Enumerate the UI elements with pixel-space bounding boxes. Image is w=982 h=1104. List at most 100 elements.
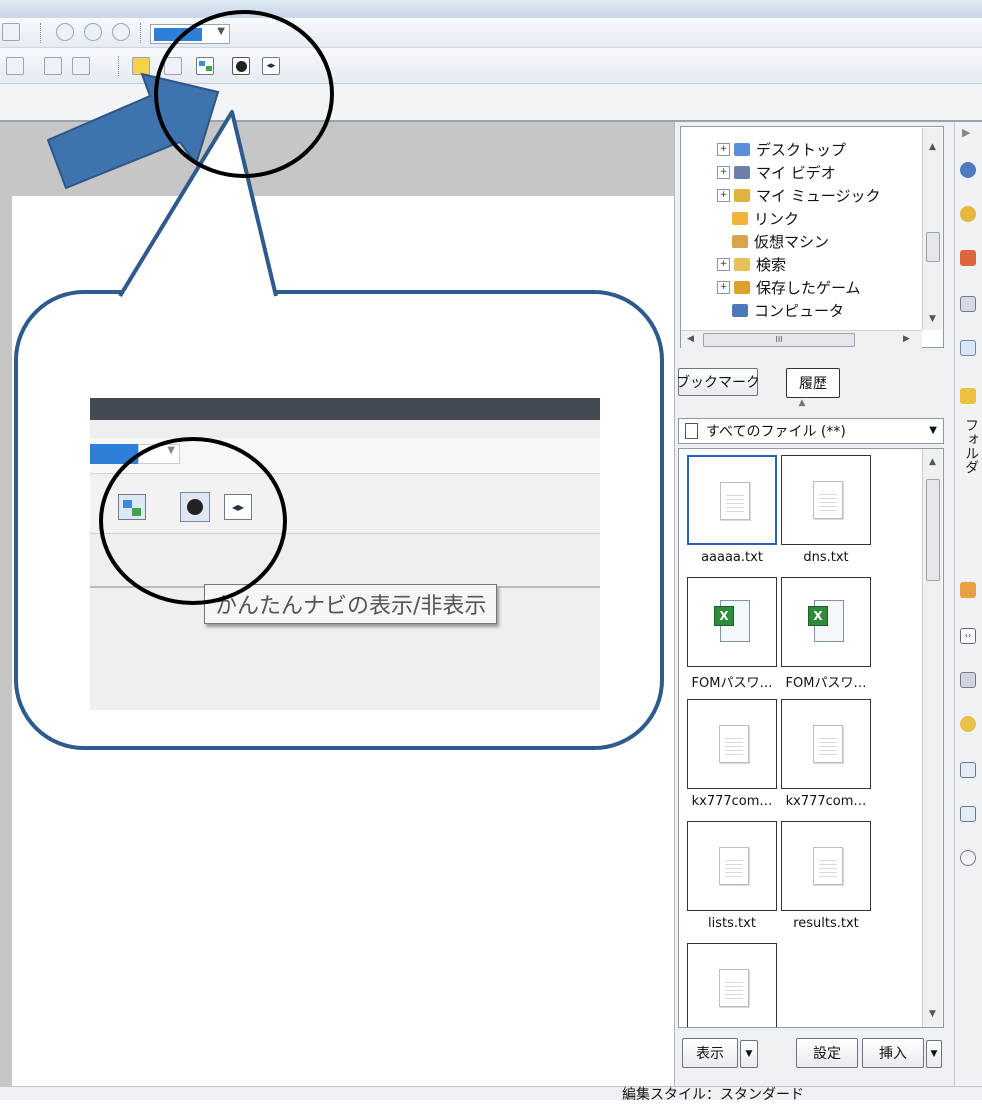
tree-item-label: マイ ミュージック (756, 186, 881, 205)
file-item[interactable]: lists.txt (687, 821, 777, 939)
file-thumbnail[interactable] (687, 455, 777, 545)
file-scroll-thumb[interactable] (926, 479, 940, 581)
chevron-down-icon: ▼ (138, 444, 180, 464)
document-icon (685, 423, 698, 439)
file-name: kx777com… (785, 794, 867, 809)
scroll-down-icon[interactable]: ▼ (929, 314, 936, 324)
tree-item[interactable]: + マイ ミュージック (717, 183, 880, 207)
page-icon[interactable] (44, 57, 62, 75)
tree-item[interactable]: + デスクトップ (717, 137, 846, 161)
scroll-right-icon[interactable]: ▶ (903, 334, 910, 344)
tree-item[interactable]: + 検索 (717, 252, 786, 276)
zoom-in-icon[interactable] (56, 23, 74, 41)
tree-item-label: 検索 (756, 255, 787, 274)
zoom-out-icon[interactable] (84, 23, 102, 41)
view-icon[interactable] (6, 57, 24, 75)
tree-hscroll-thumb[interactable]: III (703, 333, 855, 347)
file-grid: aaaaa.txt dns.txt X FOMパスワ… X FOMパスワ… kx777com… (678, 448, 944, 1028)
tree-view-icon[interactable] (960, 340, 976, 356)
folder-tab-label[interactable]: フォルダ (958, 418, 979, 474)
layout-icon[interactable] (132, 57, 150, 75)
script-icon[interactable] (960, 582, 976, 598)
tree-item[interactable]: コンピュータ (717, 298, 844, 322)
zoomed-toolbar-row-2 (90, 478, 600, 534)
file-item[interactable]: dns.txt (781, 455, 871, 573)
zoom-select[interactable]: ▼ (150, 24, 230, 44)
view-button[interactable]: 表示 (682, 1038, 738, 1068)
tree-scroll-thumb[interactable] (926, 232, 940, 262)
upload-icon[interactable] (960, 806, 976, 822)
expand-toggle-icon[interactable]: + (717, 165, 730, 179)
file-name: kx777com… (691, 794, 773, 809)
file-thumbnail[interactable]: X (781, 577, 871, 667)
chevron-down-icon: ▼ (217, 26, 225, 37)
file-thumbnail[interactable] (687, 943, 777, 1027)
folder-tree[interactable]: + デスクトップ + マイ ビデオ + マイ ミュージック リンク 仮想マシン + 検索 + 保存した… (680, 126, 944, 348)
scroll-up-icon[interactable]: ▲ (929, 457, 936, 467)
settings-button[interactable]: 設定 (796, 1038, 858, 1068)
form-icon[interactable] (960, 762, 976, 778)
tree-item[interactable]: + 保存したゲーム (717, 275, 861, 299)
print-icon[interactable] (72, 57, 90, 75)
file-thumbnail[interactable] (781, 821, 871, 911)
tree-item[interactable]: + マイ ビデオ (717, 160, 836, 184)
currency-icon[interactable] (960, 716, 976, 732)
file-thumbnail[interactable] (687, 821, 777, 911)
scroll-up-icon[interactable]: ▲ (929, 142, 936, 152)
expand-icon[interactable]: ▶ (962, 126, 970, 139)
file-thumbnail[interactable] (781, 699, 871, 789)
tab-history[interactable]: 履歴 (786, 368, 840, 398)
folder-icon (732, 303, 748, 317)
file-item[interactable]: kx777com… (687, 699, 777, 817)
code-icon[interactable]: ‹› (960, 628, 976, 644)
split-icon[interactable]: ◂▸ (262, 57, 280, 75)
file-item[interactable] (687, 943, 777, 1027)
tree-scrollbar[interactable]: ▲ ▼ (922, 128, 942, 330)
color-icon[interactable] (960, 206, 976, 222)
tree-item-label: マイ ビデオ (756, 163, 836, 182)
tree-hscrollbar[interactable]: ◀ III ▶ (681, 330, 922, 348)
box-icon[interactable] (960, 250, 976, 266)
help-icon[interactable] (960, 162, 976, 178)
window-icon[interactable] (196, 57, 214, 75)
expand-toggle-icon[interactable]: + (717, 257, 730, 271)
file-name: lists.txt (708, 916, 756, 931)
font-size-icon[interactable] (2, 23, 20, 41)
file-thumbnail[interactable]: X (687, 577, 777, 667)
file-item[interactable]: aaaaa.txt (687, 455, 777, 573)
file-thumbnail[interactable] (781, 455, 871, 545)
clock-icon[interactable] (960, 850, 976, 866)
file-item[interactable]: X FOMパスワ… (781, 577, 871, 695)
title-strip (0, 0, 982, 18)
file-scrollbar[interactable]: ▲ ▼ (922, 449, 942, 1027)
tab-bookmark[interactable]: ブックマーク (676, 368, 760, 396)
folder-icon[interactable] (960, 388, 976, 404)
navi-toggle-icon[interactable] (232, 57, 250, 75)
file-name: aaaaa.txt (701, 550, 763, 565)
ruler-area (0, 84, 982, 122)
excel-file-icon: X (808, 600, 844, 642)
text-file-icon (813, 725, 843, 763)
expand-toggle-icon[interactable]: + (717, 280, 730, 294)
image-icon[interactable] (960, 672, 976, 688)
collapse-icon[interactable]: ▲ (792, 398, 812, 410)
insert-dropdown-button[interactable]: ▼ (926, 1040, 942, 1068)
insert-button[interactable]: 挿入 (862, 1038, 924, 1068)
style-icon[interactable] (164, 57, 182, 75)
file-thumbnail[interactable] (687, 699, 777, 789)
scroll-left-icon[interactable]: ◀ (687, 334, 694, 344)
file-filter-select[interactable]: すべてのファイル (**) ▼ (678, 418, 944, 444)
view-dropdown-button[interactable]: ▼ (740, 1040, 758, 1068)
scroll-down-icon[interactable]: ▼ (929, 1009, 936, 1019)
file-item[interactable]: X FOMパスワ… (687, 577, 777, 695)
zoom-reset-icon[interactable] (112, 23, 130, 41)
folder-icon (732, 211, 748, 225)
text-file-icon (813, 847, 843, 885)
tree-item[interactable]: 仮想マシン (717, 229, 829, 253)
tree-item[interactable]: リンク (717, 206, 799, 230)
expand-toggle-icon[interactable]: + (717, 188, 730, 202)
expand-toggle-icon[interactable]: + (717, 142, 730, 156)
file-item[interactable]: kx777com… (781, 699, 871, 817)
file-item[interactable]: results.txt (781, 821, 871, 939)
copy-icon[interactable] (960, 296, 976, 312)
